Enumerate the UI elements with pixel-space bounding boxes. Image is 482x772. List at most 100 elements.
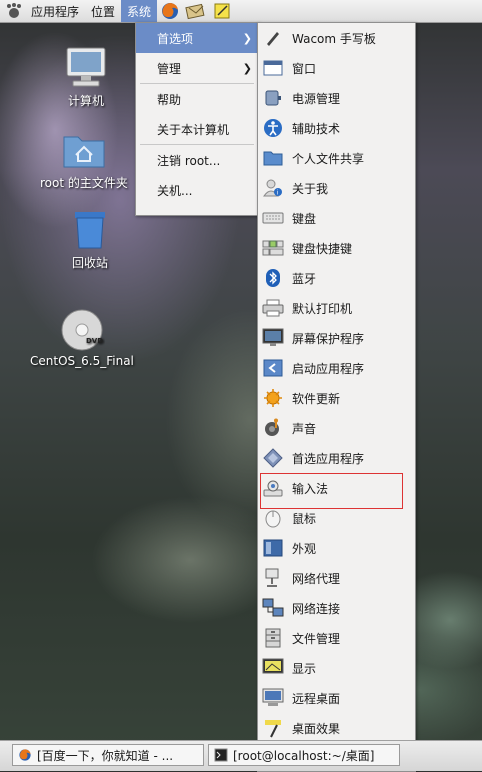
menu-item-preferences[interactable]: 首选项 ❯ (136, 23, 258, 53)
terminal-icon (213, 747, 229, 763)
pref-item-label: 窗口 (292, 61, 317, 76)
home-label: root 的主文件夹 (40, 176, 128, 190)
screensaver-icon (262, 327, 284, 349)
pref-item-file-management[interactable]: 文件管理 (258, 623, 415, 653)
dvd-icon: DVD (58, 306, 106, 354)
mail-launcher[interactable] (183, 0, 209, 22)
applications-menu[interactable]: 应用程序 (25, 0, 85, 22)
task-label: [root@localhost:~/桌面] (233, 748, 375, 763)
pref-item-network[interactable]: 网络连接 (258, 593, 415, 623)
dvd-label: CentOS_6.5_Final (30, 354, 134, 368)
pref-item-display[interactable]: 显示 (258, 653, 415, 683)
computer-label: 计算机 (67, 94, 104, 108)
pref-item-keyboard[interactable]: 键盘 (258, 203, 415, 233)
pref-item-label: 关于我 (292, 181, 329, 196)
pref-item-printer[interactable]: 默认打印机 (258, 293, 415, 323)
notes-icon (214, 3, 230, 19)
network-icon (262, 597, 284, 619)
pref-item-remote-desktop[interactable]: 远程桌面 (258, 683, 415, 713)
display-icon (262, 657, 284, 679)
pref-item-label: 网络连接 (292, 601, 341, 616)
pref-item-bluetooth[interactable]: 蓝牙 (258, 263, 415, 293)
pref-item-screensaver[interactable]: 屏幕保护程序 (258, 323, 415, 353)
menu-item-administration[interactable]: 管理 ❯ (136, 53, 258, 83)
pref-item-file-sharing[interactable]: 个人文件共享 (258, 143, 415, 173)
accessibility-icon (262, 117, 284, 139)
pref-item-label: 键盘快捷键 (292, 241, 353, 256)
pref-item-appearance[interactable]: 外观 (258, 533, 415, 563)
menu-item-help[interactable]: 帮助 (136, 84, 258, 114)
appearance-icon (262, 537, 284, 559)
places-label: 位置 (91, 4, 116, 19)
pref-item-sound[interactable]: 声音 (258, 413, 415, 443)
pref-item-label: 辅助技术 (292, 121, 341, 136)
pref-item-label: 鼠标 (292, 511, 317, 526)
pref-item-desktop-effects[interactable]: 桌面效果 (258, 713, 415, 743)
firefox-launcher[interactable] (157, 0, 183, 22)
computer-icon (62, 44, 110, 92)
pref-item-label: 文件管理 (292, 631, 341, 646)
folder-share-icon (262, 147, 284, 169)
preferred-apps-icon (262, 447, 284, 469)
pref-item-label: 屏幕保护程序 (292, 331, 365, 346)
pref-item-preferred-apps[interactable]: 首选应用程序 (258, 443, 415, 473)
menu-item-logout[interactable]: 注销 root... (136, 145, 258, 175)
bottom-panel: [百度一下，你就知道 - ... [root@localhost:~/桌面] (0, 740, 482, 771)
proxy-icon (262, 567, 284, 589)
sound-icon (262, 417, 284, 439)
pref-item-power[interactable]: 电源管理 (258, 83, 415, 113)
pref-item-software-update[interactable]: 软件更新 (258, 383, 415, 413)
pref-item-startup-apps[interactable]: 启动应用程序 (258, 353, 415, 383)
trash-label: 回收站 (71, 256, 108, 270)
desktop-icon-trash[interactable]: 回收站 (66, 206, 114, 271)
desktop-icon-home[interactable]: root 的主文件夹 (40, 126, 128, 191)
startup-icon (262, 357, 284, 379)
places-menu[interactable]: 位置 (85, 0, 121, 22)
pref-item-label: 远程桌面 (292, 691, 341, 706)
pref-item-windows[interactable]: 窗口 (258, 53, 415, 83)
desktop-effects-icon (262, 717, 284, 739)
desktop-icon-dvd[interactable]: DVD CentOS_6.5_Final (30, 306, 134, 368)
submenu-arrow-icon: ❯ (242, 61, 252, 75)
pref-item-accessibility[interactable]: 辅助技术 (258, 113, 415, 143)
bluetooth-icon (262, 267, 284, 289)
pref-item-about-me[interactable]: i 关于我 (258, 173, 415, 203)
pref-item-label: 首选应用程序 (292, 451, 365, 466)
task-label: [百度一下，你就知道 - ... (37, 748, 174, 763)
menu-item-label: 管理 (157, 61, 182, 76)
printer-icon (262, 297, 284, 319)
desktop-icon-computer[interactable]: 计算机 (62, 44, 110, 109)
preferences-menu: Wacom 手写板 窗口 电源管理 辅助技术 个人文件共享 i 关于我 键盘 键… (257, 22, 416, 772)
notes-launcher[interactable] (209, 0, 235, 22)
pref-item-label: 蓝牙 (292, 271, 317, 286)
system-menu-button[interactable]: 系统 (121, 0, 158, 22)
pref-item-label: 默认打印机 (292, 301, 353, 316)
task-button-browser[interactable]: [百度一下，你就知道 - ... (12, 744, 204, 766)
menu-item-label: 帮助 (157, 92, 182, 107)
pref-item-shortcuts[interactable]: 键盘快捷键 (258, 233, 415, 263)
pref-item-mouse[interactable]: 鼠标 (258, 503, 415, 533)
input-method-icon (262, 477, 284, 499)
trash-icon (66, 206, 114, 254)
pref-item-wacom[interactable]: Wacom 手写板 (258, 23, 415, 53)
pref-item-label: 个人文件共享 (292, 151, 365, 166)
dvd-badge: DVD (86, 337, 103, 345)
menu-item-about-computer[interactable]: 关于本计算机 (136, 114, 258, 144)
menu-item-shutdown[interactable]: 关机... (136, 175, 258, 205)
window-icon (262, 57, 284, 79)
gnome-foot-icon[interactable] (3, 1, 25, 21)
pref-item-label: 显示 (292, 661, 317, 676)
file-manager-icon (262, 627, 284, 649)
mouse-icon (262, 507, 284, 529)
pref-item-proxy[interactable]: 网络代理 (258, 563, 415, 593)
firefox-icon (17, 747, 33, 763)
menu-item-label: 首选项 (157, 31, 194, 46)
pref-item-label: 网络代理 (292, 571, 341, 586)
task-button-terminal[interactable]: [root@localhost:~/桌面] (208, 744, 400, 766)
home-folder-icon (60, 126, 108, 174)
pref-item-input-method[interactable]: 输入法 (258, 473, 415, 509)
system-label: 系统 (127, 4, 152, 19)
power-icon (262, 87, 284, 109)
mail-icon (185, 3, 205, 20)
keyboard-icon (262, 207, 284, 229)
